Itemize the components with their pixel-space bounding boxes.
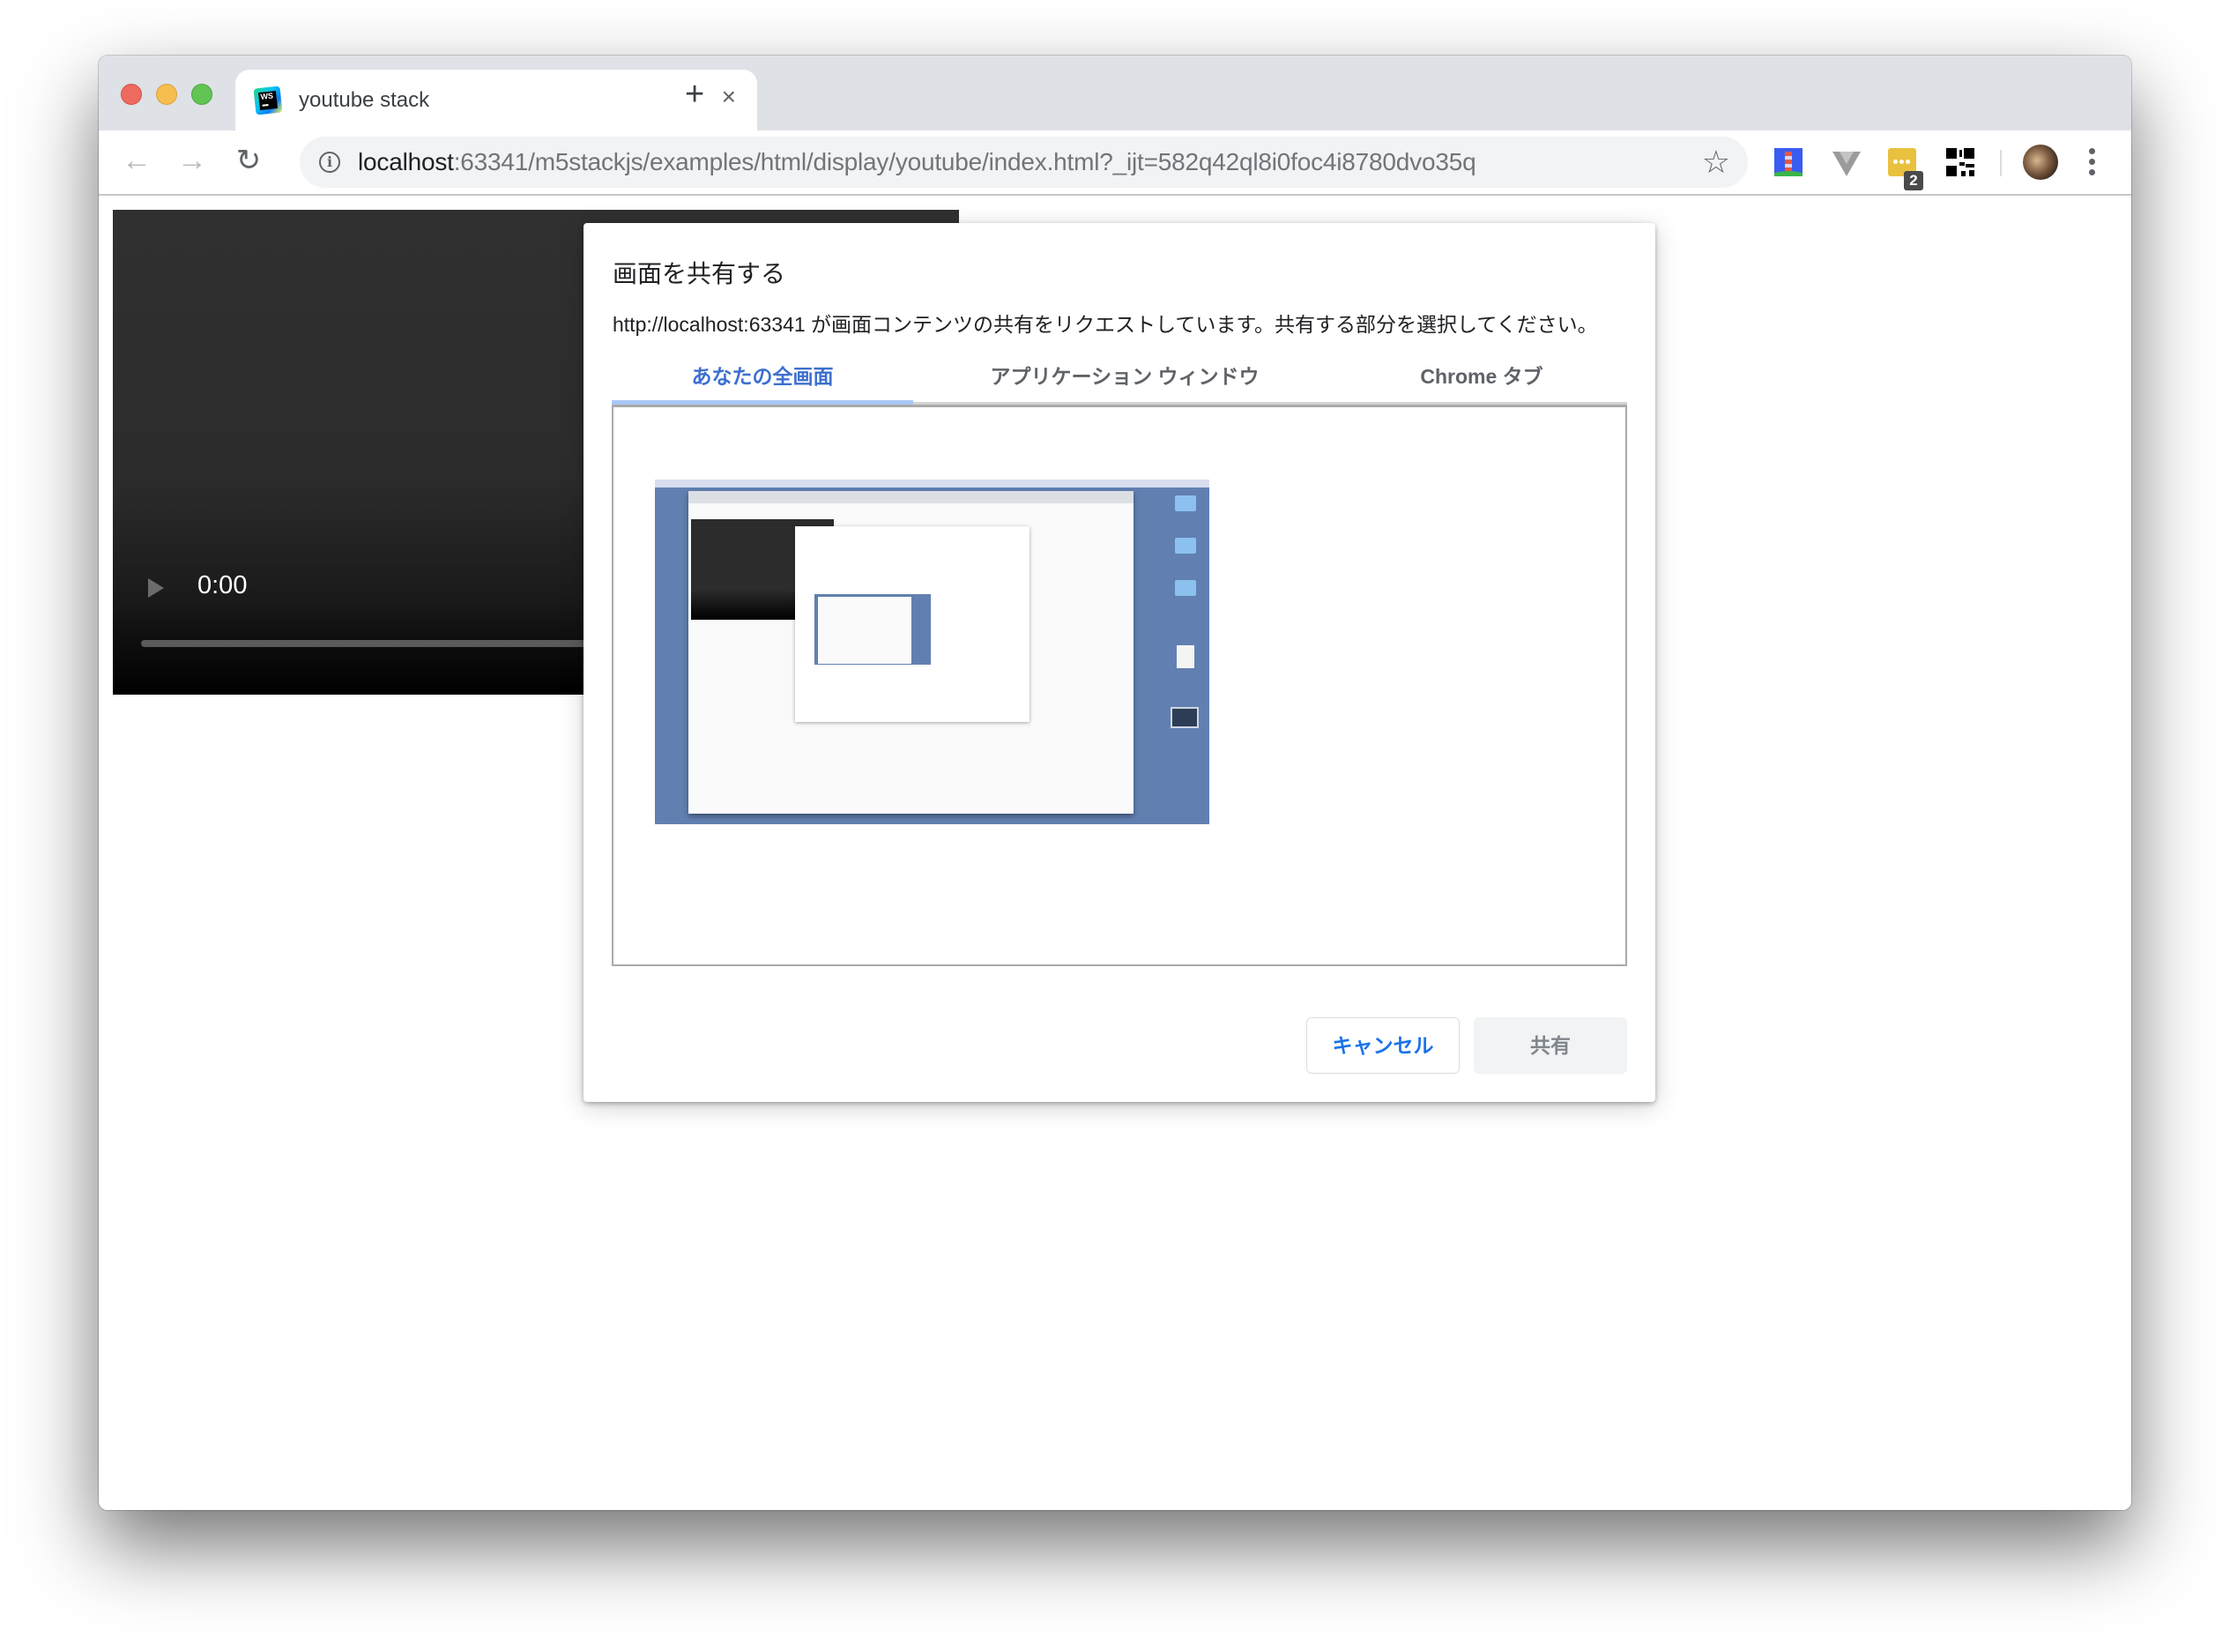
- url-host: localhost: [358, 148, 454, 175]
- minimize-window-button[interactable]: [156, 84, 177, 105]
- tab-application-window[interactable]: アプリケーション ウィンドウ: [913, 351, 1336, 405]
- browser-menu-icon[interactable]: [2089, 148, 2096, 176]
- profile-avatar[interactable]: [2023, 145, 2058, 180]
- thumbnail-menubar: [655, 480, 1209, 487]
- vue-devtools-extension-icon[interactable]: [1832, 152, 1861, 176]
- screen-share-dialog: 画面を共有する http://localhost:63341 が画面コンテンツの…: [584, 223, 1655, 1102]
- tab-title: youtube stack: [299, 88, 430, 112]
- qr-code-extension-icon[interactable]: [1946, 148, 1974, 176]
- share-button[interactable]: 共有: [1474, 1017, 1627, 1074]
- back-button[interactable]: ←: [119, 143, 154, 178]
- source-list: [612, 405, 1627, 966]
- thumbnail-folder-icon: [1175, 538, 1196, 554]
- page-content: 0:00 画面を共有する http://localhost:63341 が画面コ…: [99, 196, 2131, 1510]
- url-path: :63341/m5stackjs/examples/html/display/y…: [453, 148, 1476, 175]
- browser-toolbar: ← → ↻ i localhost:63341/m5stackjs/exampl…: [99, 130, 2131, 196]
- thumbnail-nested-window: [818, 597, 911, 664]
- share-source-tabs: あなたの全画面 アプリケーション ウィンドウ Chrome タブ: [612, 351, 1627, 405]
- site-info-icon[interactable]: i: [319, 152, 340, 173]
- thumbnail-nested-screen: [813, 592, 933, 666]
- thumbnail-browser-window: [688, 491, 1134, 814]
- screen-thumbnail[interactable]: [655, 480, 1209, 824]
- tab-chrome-tab[interactable]: Chrome タブ: [1336, 351, 1627, 405]
- browser-tab-active[interactable]: WS youtube stack ×: [235, 70, 757, 130]
- address-bar[interactable]: i localhost:63341/m5stackjs/examples/htm…: [300, 137, 1748, 188]
- bookmark-star-icon[interactable]: ☆: [1702, 145, 1730, 180]
- thumbnail-folder-icon: [1175, 580, 1196, 596]
- thumbnail-file-icon: [1177, 645, 1194, 668]
- tab-entire-screen[interactable]: あなたの全画面: [612, 351, 913, 405]
- dialog-description: http://localhost:63341 が画面コンテンツの共有をリクエスト…: [613, 313, 1598, 336]
- close-window-button[interactable]: [121, 84, 142, 105]
- lighthouse-extension-icon[interactable]: [1774, 148, 1803, 176]
- video-current-time: 0:00: [197, 571, 248, 599]
- thumbnail-folder-icon: [1175, 495, 1196, 511]
- toolbar-divider: [2000, 150, 2002, 176]
- maximize-window-button[interactable]: [191, 84, 212, 105]
- forward-button[interactable]: →: [175, 143, 210, 178]
- extension-badge-count: 2: [1904, 171, 1923, 190]
- webstorm-icon: WS: [253, 86, 283, 115]
- browser-window: WS youtube stack × + ← → ↻ i localhost:6…: [99, 56, 2131, 1510]
- dialog-title: 画面を共有する: [613, 260, 786, 287]
- reload-button[interactable]: ↻: [231, 143, 266, 178]
- thumbnail-screenshot-icon: [1171, 707, 1199, 728]
- thumbnail-tabbar: [688, 491, 1134, 503]
- thumbnail-dialog: [795, 526, 1030, 722]
- cancel-button[interactable]: キャンセル: [1306, 1017, 1460, 1074]
- new-tab-button[interactable]: +: [685, 78, 704, 111]
- close-tab-icon[interactable]: ×: [722, 84, 736, 110]
- play-icon[interactable]: [148, 578, 164, 598]
- url-text[interactable]: localhost:63341/m5stackjs/examples/html/…: [358, 148, 1476, 176]
- tab-strip: WS youtube stack × +: [99, 56, 2131, 130]
